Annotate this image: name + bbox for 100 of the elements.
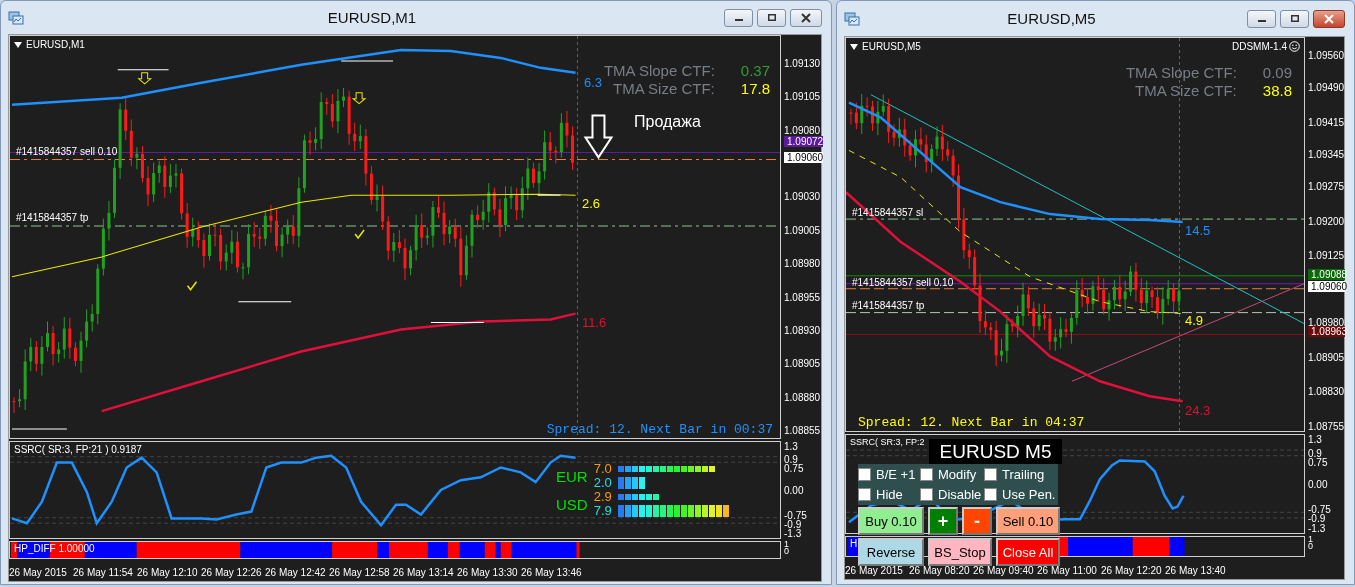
price-tick: 1.08855 [784,425,821,436]
strength-value: 7.0 [593,462,612,476]
oscillator-tick: -0.75 [784,509,807,521]
indicator-label: TMA Size CTF: [1134,82,1237,100]
band-value: 4.9 [1185,313,1204,328]
indicator-title: SSRC( SR:3, FP:21 ) 0.9187 [14,444,142,455]
window-title: EURUSD,M5 [1006,10,1097,27]
order-button[interactable]: Buy 0.10 [858,507,924,535]
oscillator-tick: 1.3 [1308,434,1322,445]
order-label: #1415844357 sell 0.10 [852,277,954,288]
price-tick: 1.09275 [1308,181,1345,193]
price-tick: 1.08905 [784,358,821,370]
time-tick: 26 May 09:40 [973,564,1035,578]
price-tick: 1.09415 [1308,116,1345,128]
time-tick: 26 May 2015 [9,566,68,580]
order-button[interactable]: + [928,507,958,535]
indicator-label: TMA Size CTF: [612,80,715,98]
time-tick: 26 May 08:20 [909,564,971,578]
currency-label: EUR [556,467,588,485]
band-value: 6.3 [584,75,603,90]
indicator-value: 17.8 [740,80,770,98]
price-tick: 1.09560 [1308,50,1345,61]
indicator-value: 0.09 [1262,64,1292,82]
price-tick: 1.08980 [784,258,821,270]
hp-diff-tick: 1 [784,540,789,549]
checkbox-label[interactable]: Disable [938,487,982,502]
checkbox-label[interactable]: Hide [876,487,903,502]
checkbox-label[interactable]: Modify [938,467,977,482]
time-tick: 26 May 2015 [845,564,904,578]
indicator-label: TMA Slope CTF: [1125,64,1237,82]
strength-value: 2.0 [593,476,612,490]
time-tick: 26 May 12:20 [1101,564,1163,578]
oscillator-tick: -1.3 [784,528,802,539]
oscillator-tick: 0.00 [784,484,804,496]
price-tick: 1.08930 [784,324,821,336]
price-tag: 1.09060 [784,152,823,164]
time-tick: 26 May 11:00 [1037,564,1098,578]
oscillator-tick: 0.75 [1308,456,1328,468]
order-label: #1415844357 tp [16,212,89,223]
oscillator-tick: -0.9 [1308,513,1326,525]
band-value: 24.3 [1185,403,1211,418]
price-tick: 1.09030 [784,191,821,203]
price-tick: 1.09130 [784,58,821,69]
oscillator-tick: -0.75 [1308,504,1331,516]
indicator-label: TMA Slope CTF: [603,62,715,80]
order-button[interactable]: Close All [996,538,1060,566]
time-tick: 26 May 11:54 [73,566,134,580]
expert-name-label: DDSMM-1.4 [1232,41,1287,52]
time-tick: 26 May 12:10 [137,566,199,580]
price-tick: 1.08955 [784,291,821,303]
price-tick: 1.08980 [1308,317,1345,329]
oscillator-tick: -0.9 [784,518,802,530]
price-tick: 1.09200 [1308,215,1345,227]
price-tick: 1.09125 [1308,250,1345,262]
time-tick: 26 May 12:42 [265,566,327,580]
checkbox-label[interactable]: B/E +1 [876,467,916,482]
window-title: EURUSD,M1 [326,9,418,26]
order-button[interactable]: BS_Stop [928,538,992,566]
strength-value: 7.9 [593,504,612,518]
strength-value: 2.9 [593,490,612,504]
band-value: 14.5 [1185,223,1211,238]
signal-label: Продажа [634,113,701,131]
price-tick: 1.08830 [1308,386,1345,398]
order-button[interactable]: Sell 0.10 [996,507,1060,535]
oscillator-tick: 0.75 [784,463,804,475]
price-tick: 1.09105 [784,91,821,103]
oscillator-tick: 1.3 [784,441,798,452]
oscillator-tick: 0.00 [1308,478,1328,490]
indicator-title: SSRC( SR:3, FP:2 [850,437,925,447]
spread-status: Spread: 12. Next Bar in 04:37 [858,415,1085,430]
checkbox-label[interactable]: Use Pen. [1002,487,1056,502]
price-tick: 1.09490 [1308,82,1345,94]
oscillator-tick: -1.3 [1308,523,1326,534]
oscillator-tick: 0.9 [784,454,798,466]
indicator-value: 38.8 [1262,82,1292,100]
hp-diff-tick: 1 [1308,535,1313,544]
checkbox-label[interactable]: Trailing [1002,467,1045,482]
price-tick: 1.08755 [1308,421,1345,432]
spread-status: Spread: 12. Next Bar in 00:37 [546,422,773,437]
price-tick: 1.09345 [1308,149,1345,161]
time-tick: 26 May 13:14 [393,566,455,580]
price-tick: 1.08880 [784,391,821,403]
indicator-title: H [850,538,858,549]
oscillator-tick: 0.9 [1308,447,1322,459]
time-tick: 26 May 12:26 [201,566,263,580]
order-button[interactable]: Reverse [858,538,924,566]
band-value: 11.6 [582,315,607,330]
currency-label: USD [556,495,588,513]
time-tick: 26 May 13:46 [521,566,583,580]
indicator-value: 0.37 [740,62,770,80]
price-tag: 1.09072 [784,136,823,148]
price-tick: 1.09005 [784,224,821,236]
hp-diff-tick: 0 [784,547,789,556]
time-tick: 26 May 12:58 [329,566,391,580]
time-tick: 26 May 13:30 [457,566,519,580]
price-tag: 1.09060 [1308,281,1345,293]
band-value: 2.6 [582,196,601,211]
price-tick: 1.08905 [1308,351,1345,363]
price-tick: 1.09080 [784,124,821,136]
panel-title: EURUSD M5 [929,439,1062,464]
